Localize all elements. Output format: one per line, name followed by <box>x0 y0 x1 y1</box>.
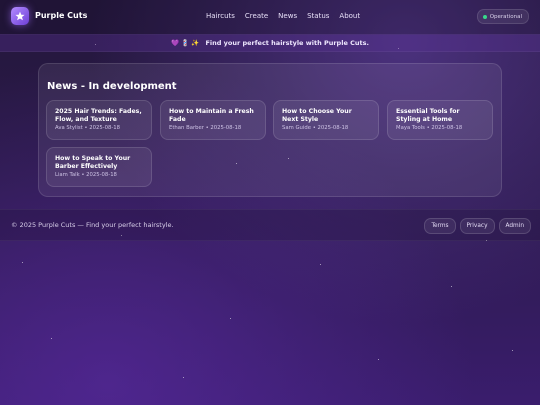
news-card[interactable]: How to Maintain a Fresh Fade Ethan Barbe… <box>160 100 266 140</box>
banner-emoji: 💜 💈 ✨ <box>171 38 200 47</box>
footer-link-admin[interactable]: Admin <box>498 218 531 234</box>
news-panel: News - In development 2025 Hair Trends: … <box>38 63 502 197</box>
main-nav: Haircuts Create News Status About <box>206 12 360 20</box>
news-card[interactable]: How to Choose Your Next Style Sam Guide … <box>273 100 379 140</box>
news-card-title: Essential Tools for Styling at Home <box>396 108 460 123</box>
news-card[interactable]: How to Speak to Your Barber Effectively … <box>46 147 152 187</box>
news-card-meta: Ava Stylist • 2025-08-18 <box>55 125 121 131</box>
nav-news[interactable]: News <box>278 12 297 20</box>
nav-create[interactable]: Create <box>245 12 268 20</box>
news-card-meta: Ethan Barber • 2025-08-18 <box>169 125 242 131</box>
nav-about[interactable]: About <box>339 12 360 20</box>
footer-links: Terms Privacy Admin <box>424 218 531 234</box>
footer-link-terms[interactable]: Terms <box>424 218 456 234</box>
status-dot-icon <box>482 14 487 19</box>
banner-text: Find your perfect hairstyle with Purple … <box>205 38 369 47</box>
nav-status[interactable]: Status <box>307 12 329 20</box>
news-card-meta: Sam Guide • 2025-08-18 <box>282 125 349 131</box>
status-badge[interactable]: Operational <box>476 9 529 24</box>
status-label: Operational <box>489 13 522 20</box>
announcement-banner: 💜 💈 ✨ Find your perfect hairstyle with P… <box>0 34 540 52</box>
copyright-text: © 2025 Purple Cuts — Find your perfect h… <box>11 221 174 229</box>
footer: © 2025 Purple Cuts — Find your perfect h… <box>0 209 540 241</box>
news-card-title: How to Speak to Your Barber Effectively <box>55 155 131 170</box>
logo[interactable] <box>11 7 29 25</box>
news-card-title: 2025 Hair Trends: Fades, Flow, and Textu… <box>55 108 142 123</box>
news-card[interactable]: Essential Tools for Styling at Home Maya… <box>387 100 493 140</box>
star-icon <box>15 11 25 21</box>
header: Purple Cuts Haircuts Create News Status … <box>0 0 540 35</box>
footer-link-privacy[interactable]: Privacy <box>459 218 495 234</box>
news-card-title: How to Choose Your Next Style <box>282 108 352 123</box>
news-card-title: How to Maintain a Fresh Fade <box>169 108 254 123</box>
panel-title: News - In development <box>47 81 177 92</box>
news-card-meta: Maya Tools • 2025-08-18 <box>396 125 463 131</box>
brand-name[interactable]: Purple Cuts <box>35 11 87 20</box>
news-card[interactable]: 2025 Hair Trends: Fades, Flow, and Textu… <box>46 100 152 140</box>
nav-haircuts[interactable]: Haircuts <box>206 12 235 20</box>
news-card-meta: Liam Talk • 2025-08-18 <box>55 172 117 178</box>
